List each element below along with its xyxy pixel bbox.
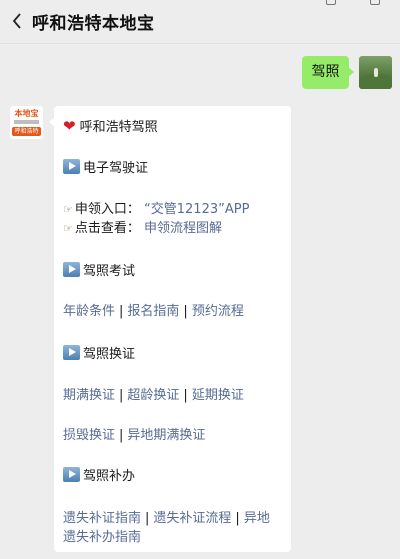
pointing-hand-icon: ☞: [63, 222, 73, 235]
section-heading-exam: 驾照考试: [63, 262, 135, 281]
list-item: ☞ 点击查看： 申领流程图解: [63, 221, 223, 236]
play-button-icon: [63, 262, 80, 277]
page-title: 呼和浩特本地宝: [32, 14, 155, 34]
user-avatar[interactable]: [359, 56, 392, 89]
chevron-left-icon: [12, 13, 21, 29]
chat-header: 呼和浩特本地宝: [0, 0, 400, 44]
lost-replacement-handling-link[interactable]: 遗失补办指南: [63, 530, 141, 545]
overage-renewal-link[interactable]: 超龄换证: [127, 388, 179, 403]
age-requirement-link[interactable]: 年龄条件: [63, 304, 115, 319]
link-row: 损毁换证 | 异地期满换证: [63, 428, 206, 443]
section-heading-renewal: 驾照换证: [63, 345, 135, 364]
app-link[interactable]: “交管12123”APP: [144, 202, 249, 217]
pointing-hand-icon: ☞: [63, 203, 73, 216]
avatar-city-text: 呼和浩特: [12, 127, 41, 136]
process-diagram-link[interactable]: 申领流程图解: [144, 221, 222, 236]
list-item: ☞ 申领入口： “交管12123”APP: [63, 202, 250, 217]
more-options-button[interactable]: [366, 10, 394, 30]
registration-guide-link[interactable]: 报名指南: [127, 304, 179, 319]
message-intro: ❤ 呼和浩特驾照: [63, 117, 158, 135]
damaged-renewal-link[interactable]: 损毁换证: [63, 428, 115, 443]
play-button-icon: [63, 467, 80, 482]
play-button-icon: [63, 345, 80, 360]
deferred-renewal-link[interactable]: 延期换证: [192, 388, 244, 403]
back-button[interactable]: [6, 6, 30, 34]
avatar-brand-text: 本地宝: [14, 109, 39, 118]
section-heading-e-license: 电子驾驶证: [63, 159, 148, 178]
link-row: 遗失补办指南: [63, 529, 141, 547]
remote-expiry-renewal-link[interactable]: 异地期满换证: [127, 428, 205, 443]
link-row: 遗失补证指南 | 遗失补证流程 | 异地: [63, 511, 270, 526]
booking-process-link[interactable]: 预约流程: [192, 304, 244, 319]
heart-icon: ❤: [63, 117, 76, 135]
bot-avatar[interactable]: 本地宝 呼和浩特: [10, 106, 43, 139]
remote-link[interactable]: 异地: [244, 511, 270, 526]
lost-replacement-guide-link[interactable]: 遗失补证指南: [63, 511, 141, 526]
section-heading-replacement: 驾照补办: [63, 467, 135, 486]
user-message-bubble[interactable]: 驾照: [302, 56, 354, 89]
link-row: 年龄条件 | 报名指南 | 预约流程: [63, 304, 244, 319]
play-button-icon: [63, 159, 80, 174]
link-row: 期满换证 | 超龄换证 | 延期换证: [63, 388, 244, 403]
expiry-renewal-link[interactable]: 期满换证: [63, 388, 115, 403]
lost-replacement-process-link[interactable]: 遗失补证流程: [153, 511, 231, 526]
bot-message-bubble: ❤ 呼和浩特驾照 电子驾驶证 ☞ 申领入口： “交管12123”APP ☞ 点击查看：…: [49, 106, 291, 552]
